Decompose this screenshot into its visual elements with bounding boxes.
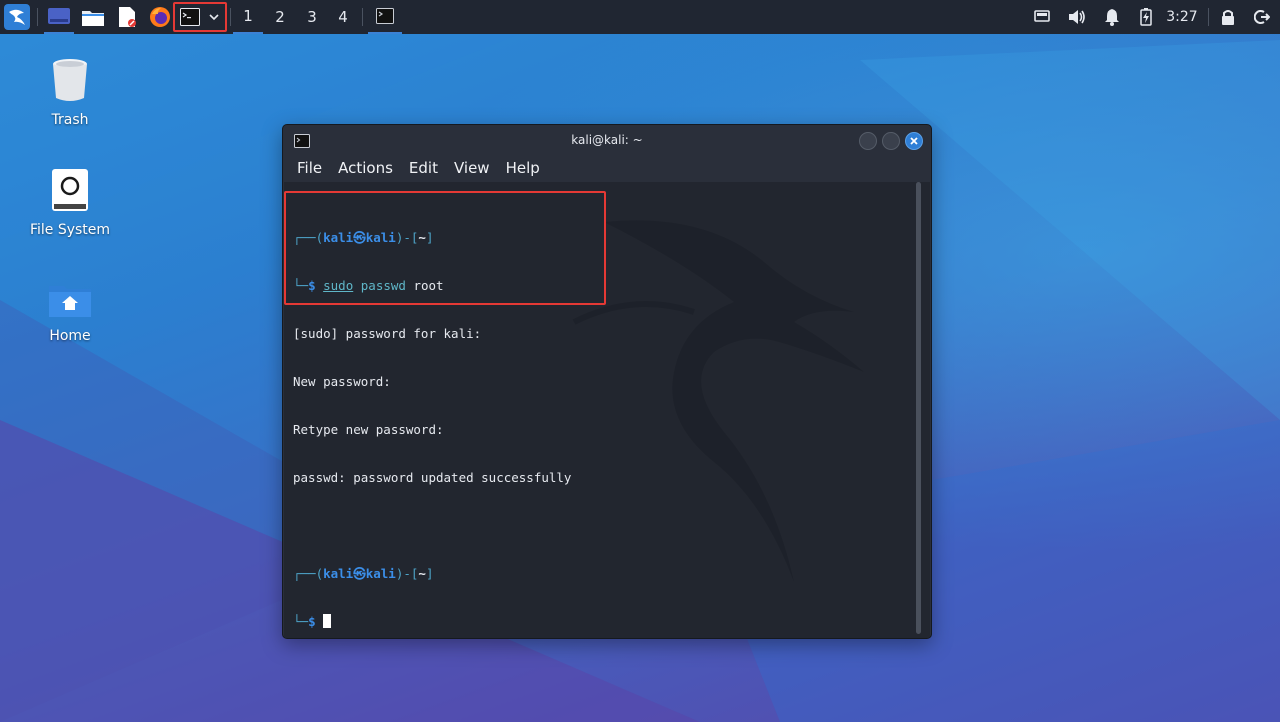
bell-icon <box>1105 9 1119 26</box>
display-tray-button[interactable] <box>1030 0 1054 34</box>
close-button[interactable] <box>905 132 923 150</box>
menu-help[interactable]: Help <box>498 159 548 177</box>
text-cursor <box>323 614 332 628</box>
logout-button[interactable] <box>1250 0 1274 34</box>
desktop-icon <box>48 8 70 24</box>
kali-menu-button[interactable] <box>2 0 32 34</box>
window-titlebar[interactable]: kali@kali: ~ <box>283 125 931 155</box>
output-line: New password: <box>293 374 391 389</box>
battery-tray-button[interactable] <box>1134 0 1158 34</box>
desktop-icon-label: Trash <box>51 112 89 128</box>
prompt-dir: ~ <box>418 566 426 581</box>
trash-icon <box>53 59 87 101</box>
minimize-button[interactable] <box>859 132 877 150</box>
text-editor-launcher[interactable] <box>112 0 142 34</box>
kali-dragon-icon <box>4 4 30 30</box>
lock-icon <box>1222 10 1234 25</box>
window-menubar: File Actions Edit View Help <box>289 155 548 181</box>
taskbar-terminal-window[interactable] <box>368 0 402 34</box>
file-manager-launcher[interactable] <box>78 0 108 34</box>
terminal-window: kali@kali: ~ File Actions Edit View Help… <box>282 124 932 639</box>
window-title: kali@kali: ~ <box>571 133 643 147</box>
show-desktop-button[interactable] <box>44 0 74 34</box>
menu-file[interactable]: File <box>289 159 330 177</box>
output-highlight <box>284 191 606 305</box>
battery-icon <box>1140 8 1152 26</box>
terminal-launcher-highlight <box>173 2 227 32</box>
firefox-icon <box>150 7 170 27</box>
desktop-icon-label: File System <box>29 222 111 238</box>
lock-screen-button[interactable] <box>1216 0 1240 34</box>
workspace-4[interactable]: 4 <box>328 0 358 34</box>
panel-separator <box>362 8 363 26</box>
menu-edit[interactable]: Edit <box>401 159 446 177</box>
top-panel: 1 2 3 4 3:27 <box>0 0 1280 34</box>
desktop-icon-label: Home <box>49 328 91 344</box>
prompt-at-symbol: ㉿ <box>353 566 366 581</box>
speaker-icon <box>1069 10 1085 24</box>
monitor-icon <box>1034 10 1050 22</box>
notifications-tray-button[interactable] <box>1100 0 1124 34</box>
power-icon <box>1254 10 1270 24</box>
prompt-user: kali <box>323 566 354 581</box>
menu-actions[interactable]: Actions <box>330 159 401 177</box>
panel-separator <box>230 8 231 26</box>
desktop-icon-trash[interactable]: Trash <box>15 58 125 128</box>
volume-tray-button[interactable] <box>1064 0 1090 34</box>
menu-view[interactable]: View <box>446 159 498 177</box>
drive-icon <box>52 169 88 211</box>
kali-dragon-watermark <box>572 220 864 583</box>
desktop-icon-file-system[interactable]: File System <box>15 168 125 238</box>
close-icon <box>910 137 918 145</box>
prompt-line: ┌──(kali㉿kali)-[~] <box>293 566 434 581</box>
prompt-host: kali <box>365 566 396 581</box>
panel-separator <box>37 8 38 26</box>
text-editor-icon <box>119 7 136 27</box>
output-line: [sudo] password for kali: <box>293 326 482 341</box>
command-line: └─$ <box>293 614 571 630</box>
terminal-scrollbar[interactable] <box>914 182 922 634</box>
desktop-icon-home[interactable]: Home <box>15 282 125 344</box>
folder-icon <box>82 11 104 26</box>
output-line: Retype new password: <box>293 422 444 437</box>
workspace-2[interactable]: 2 <box>265 0 295 34</box>
terminal-icon <box>376 8 394 24</box>
workspace-3[interactable]: 3 <box>297 0 327 34</box>
prompt-dollar: $ <box>308 614 316 629</box>
home-folder-icon <box>49 286 91 317</box>
output-line: passwd: password updated successfully <box>293 470 572 485</box>
clock[interactable]: 3:27 <box>1162 0 1202 34</box>
firefox-launcher[interactable] <box>145 0 175 34</box>
maximize-button[interactable] <box>882 132 900 150</box>
scrollbar-thumb[interactable] <box>916 182 921 634</box>
panel-separator <box>1208 8 1209 26</box>
workspace-1[interactable]: 1 <box>233 0 263 34</box>
